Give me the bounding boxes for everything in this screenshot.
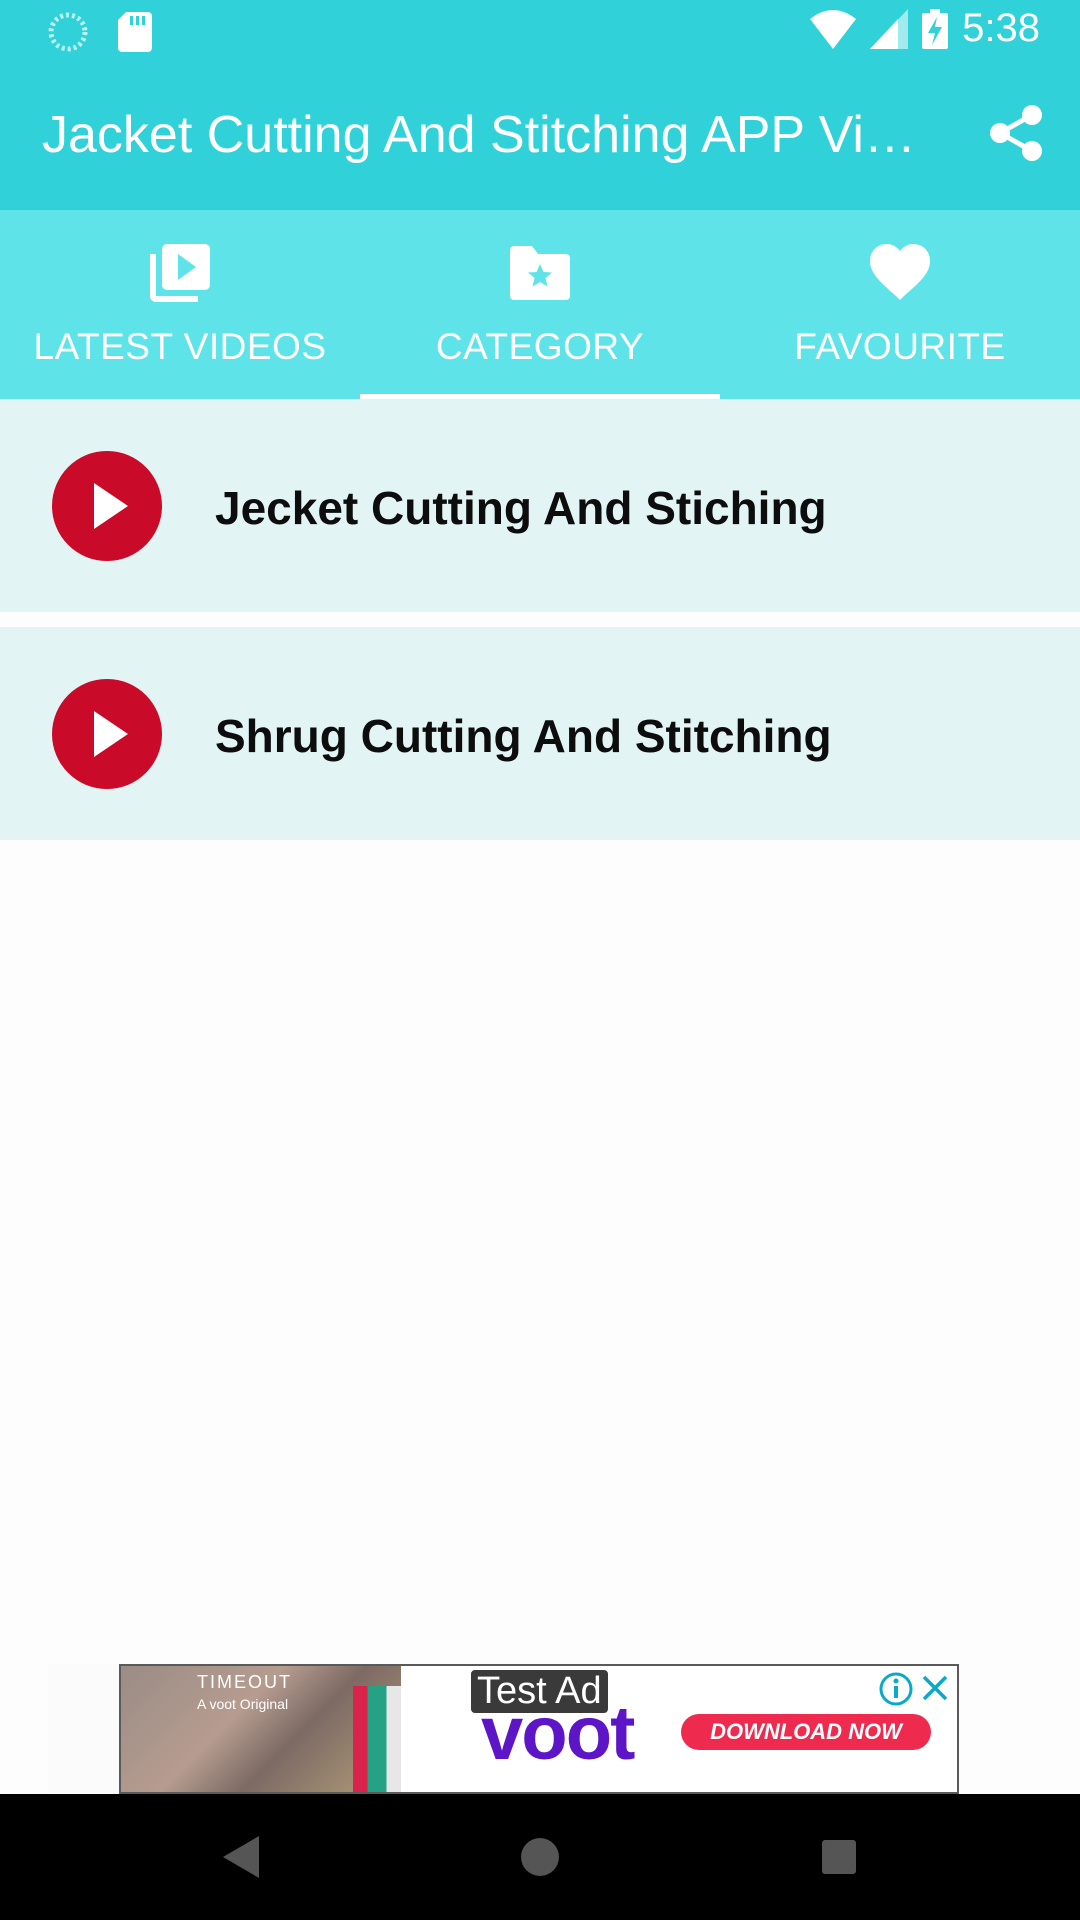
list-item-label: Shrug Cutting And Stitching bbox=[215, 710, 832, 762]
tab-favourite[interactable]: FAVOURITE bbox=[720, 210, 1080, 399]
tab-label: CATEGORY bbox=[435, 326, 645, 367]
ad-cta-button[interactable]: DOWNLOAD NOW bbox=[681, 1714, 931, 1750]
cell-signal-icon bbox=[870, 8, 909, 49]
list-item[interactable]: Jecket Cutting And Stiching bbox=[0, 399, 1080, 612]
heart-icon bbox=[870, 244, 930, 300]
system-nav-bar bbox=[0, 1794, 1080, 1920]
battery-charging-icon bbox=[922, 8, 949, 49]
ad-container bbox=[48, 1664, 119, 1794]
app-toolbar: Jacket Cutting And Stitching APP Vi… bbox=[0, 63, 1080, 210]
status-time: 5:38 bbox=[962, 6, 1040, 50]
ad-close-icon[interactable] bbox=[919, 1672, 951, 1704]
sync-icon bbox=[48, 12, 88, 52]
tab-bar: LATEST VIDEOS CATEGORY FAVOURITE bbox=[0, 210, 1080, 399]
folder-star-icon bbox=[510, 246, 570, 300]
video-library-icon bbox=[150, 244, 210, 302]
ad-info-icon[interactable] bbox=[879, 1672, 913, 1706]
play-icon bbox=[52, 679, 162, 789]
list-item-label: Jecket Cutting And Stiching bbox=[215, 482, 827, 534]
play-icon bbox=[52, 451, 162, 561]
ad-headline: TIMEOUT bbox=[197, 1672, 292, 1692]
share-icon[interactable] bbox=[988, 103, 1044, 163]
tab-label: FAVOURITE bbox=[794, 326, 1006, 367]
wifi-icon bbox=[810, 9, 857, 49]
tab-label: LATEST VIDEOS bbox=[33, 326, 327, 367]
tab-latest-videos[interactable]: LATEST VIDEOS bbox=[0, 210, 360, 399]
ad-test-badge: Test Ad bbox=[469, 1668, 610, 1715]
status-bar: 5:38 bbox=[0, 0, 1080, 63]
recents-icon[interactable] bbox=[816, 1834, 862, 1880]
ad-subline: A voot Original bbox=[197, 1696, 289, 1712]
ad-banner[interactable]: TIMEOUT A voot Original voot Test Ad DOW… bbox=[119, 1664, 959, 1794]
page-title: Jacket Cutting And Stitching APP Vi… bbox=[42, 106, 916, 164]
home-icon[interactable] bbox=[517, 1834, 563, 1880]
back-icon[interactable] bbox=[219, 1834, 265, 1880]
tab-category[interactable]: CATEGORY bbox=[360, 210, 720, 399]
sd-card-icon bbox=[118, 12, 152, 52]
ad-decoration bbox=[353, 1686, 401, 1792]
list-item[interactable]: Shrug Cutting And Stitching bbox=[0, 627, 1080, 840]
